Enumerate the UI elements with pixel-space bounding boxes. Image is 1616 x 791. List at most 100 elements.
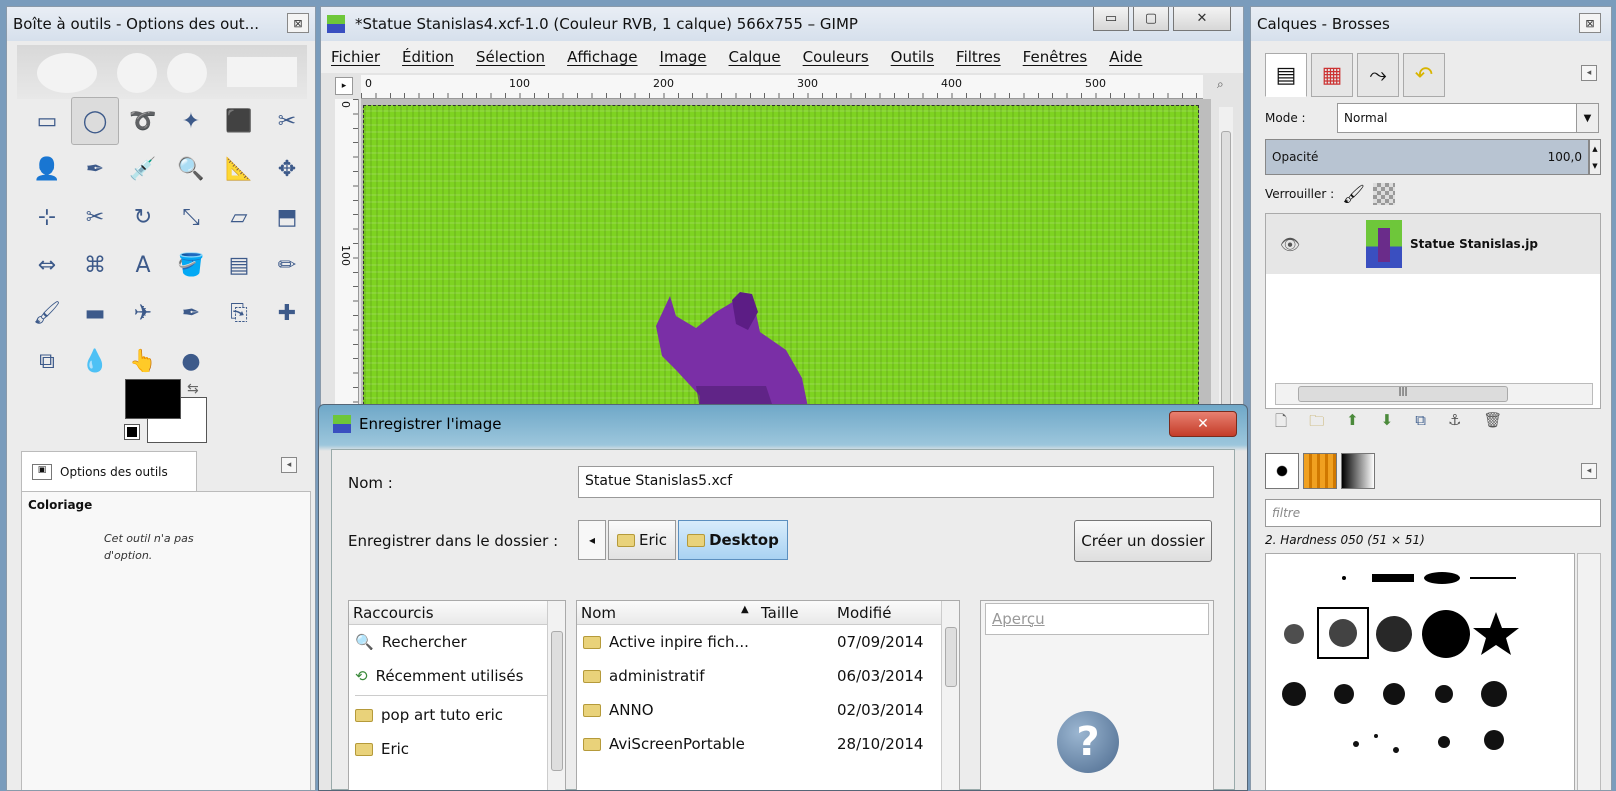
place-search[interactable]: 🔍 Rechercher [349,625,565,659]
places-header[interactable]: Raccourcis [349,601,565,625]
scale-icon[interactable]: ⤡ [167,193,215,241]
zoom-toggle-icon[interactable]: ⌕ [1217,77,1235,95]
menu-item-0[interactable]: Fichier [331,48,380,66]
tab-channels[interactable]: ▦ [1311,53,1353,97]
column-modified-header[interactable]: Modifié [837,604,933,622]
mode-select[interactable]: Normal ▼ [1337,103,1599,133]
tab-undo-history[interactable]: ↶ [1403,53,1445,97]
tab-patterns[interactable] [1303,453,1337,489]
shear-icon[interactable]: ▱ [215,193,263,241]
menu-item-7[interactable]: Outils [891,48,934,66]
swap-colors-icon[interactable]: ⇆ [187,381,199,397]
blur-icon[interactable]: 💧 [71,337,119,385]
rect-select-icon[interactable]: ▭ [23,97,71,145]
window-close-button[interactable]: ✕ [1173,7,1231,31]
menu-item-3[interactable]: Affichage [567,48,637,66]
eraser-icon[interactable]: ▬ [71,289,119,337]
color-picker-icon[interactable]: 💉 [119,145,167,193]
file-row[interactable]: administratif 06/03/2014 [577,659,959,693]
blend-icon[interactable]: ▤ [215,241,263,289]
minimize-button[interactable]: ▭ [1093,7,1129,31]
tab-gradients[interactable] [1341,453,1375,489]
tab-menu-icon[interactable]: ◂ [281,457,297,473]
dodge-burn-icon[interactable]: ● [167,337,215,385]
brush-filter-input[interactable]: filtre [1265,499,1601,527]
anchor-layer-icon[interactable]: ⚓ [1448,411,1461,436]
place-recent[interactable]: ⟲ Récemment utilisés [349,659,565,693]
menu-item-5[interactable]: Calque [729,48,781,66]
file-row[interactable]: ANNO 02/03/2014 [577,693,959,727]
tab-paths[interactable]: ⤳ [1357,53,1399,97]
tab-layers[interactable]: ▤ [1265,53,1307,97]
path-button-eric[interactable]: Eric [608,520,677,560]
places-scrollbar[interactable] [547,601,565,790]
maximize-button[interactable]: ▢ [1133,7,1169,31]
clone-icon[interactable]: ⎘ [215,289,263,337]
menu-item-2[interactable]: Sélection [476,48,545,66]
bucket-fill-icon[interactable]: 🪣 [167,241,215,289]
smudge-icon[interactable]: 👆 [119,337,167,385]
place-pop-art-tuto-eric[interactable]: pop art tuto eric [349,698,565,732]
foreground-color-swatch[interactable] [125,379,181,419]
airbrush-icon[interactable]: ✈ [119,289,167,337]
file-row[interactable]: AviScreenPortable 28/10/2014 [577,727,959,761]
perspective-clone-icon[interactable]: ⧉ [23,337,71,385]
menu-item-6[interactable]: Couleurs [803,48,869,66]
brushes-menu-icon[interactable]: ◂ [1581,463,1597,479]
align-icon[interactable]: ⊹ [23,193,71,241]
zoom-icon[interactable]: 🔍 [167,145,215,193]
menu-item-4[interactable]: Image [660,48,707,66]
opacity-spinner[interactable]: ▲ ▼ [1589,139,1601,175]
text-icon[interactable]: A [119,241,167,289]
layers-menu-icon[interactable]: ◂ [1581,65,1597,81]
lower-layer-icon[interactable]: ⬇ [1381,411,1394,436]
tab-brushes[interactable] [1265,453,1299,489]
vertical-ruler[interactable]: 0 100 [335,99,359,429]
lock-pixels-icon[interactable]: 🖌 [1342,184,1365,205]
duplicate-layer-icon[interactable]: ⧉ [1415,411,1426,436]
menu-item-10[interactable]: Aide [1109,48,1142,66]
files-scrollbar[interactable] [941,601,959,790]
paths-icon[interactable]: ✒ [71,145,119,193]
crop-icon[interactable]: ✂ [71,193,119,241]
quick-mask-icon[interactable]: ▸ [335,77,353,95]
lock-alpha-icon[interactable] [1373,183,1396,205]
tab-tool-options[interactable]: ▣ Options des outils [21,451,197,491]
canvas-vertical-scrollbar[interactable] [1219,107,1233,417]
place-eric[interactable]: Eric [349,732,565,766]
opacity-slider[interactable]: Opacité 100,0 [1265,139,1589,175]
paintbrush-icon[interactable]: 🖌 [23,289,71,337]
file-row[interactable]: Active inpire fich... 07/09/2014 [577,625,959,659]
visibility-eye-icon[interactable]: 👁 [1266,235,1314,254]
raise-layer-icon[interactable]: ⬆ [1346,411,1359,436]
path-back-button[interactable]: ◂ [578,520,606,560]
horizontal-ruler[interactable]: 0 100 200 300 400 500 [361,75,1203,99]
heal-icon[interactable]: ✚ [263,289,311,337]
create-folder-button[interactable]: Créer un dossier [1074,520,1212,562]
scissors-icon[interactable]: ✂ [263,97,311,145]
fuzzy-select-icon[interactable]: ✦ [167,97,215,145]
layer-row[interactable]: 👁 Statue Stanislas.jp [1266,214,1600,274]
pencil-icon[interactable]: ✏ [263,241,311,289]
toolbox-close-icon[interactable]: ⊠ [287,13,309,33]
image-canvas[interactable] [363,105,1199,429]
column-size-header[interactable]: ▲ Taille [741,604,837,622]
layer-name[interactable]: Statue Stanislas.jp [1410,237,1538,251]
brush-grid[interactable] [1265,553,1575,790]
menu-item-9[interactable]: Fenêtres [1023,48,1088,66]
layers-horizontal-scrollbar[interactable]: ||| [1275,383,1593,405]
color-select-icon[interactable]: ⬛ [215,97,263,145]
new-layer-icon[interactable]: 🗋 [1275,411,1287,436]
column-name-header[interactable]: Nom [577,604,761,622]
measure-icon[interactable]: 📐 [215,145,263,193]
default-colors-icon[interactable] [124,424,140,440]
free-select-icon[interactable]: ➰ [119,97,167,145]
delete-layer-icon[interactable]: 🗑 [1483,411,1502,436]
foreground-select-icon[interactable]: 👤 [23,145,71,193]
cage-icon[interactable]: ⌘ [71,241,119,289]
dialog-close-button[interactable]: ✕ [1169,411,1237,437]
ink-icon[interactable]: ✒ [167,289,215,337]
filename-input[interactable]: Statue Stanislas5.xcf [578,466,1214,498]
path-button-desktop[interactable]: Desktop [678,520,788,560]
brush-scrollbar[interactable] [1577,553,1601,790]
